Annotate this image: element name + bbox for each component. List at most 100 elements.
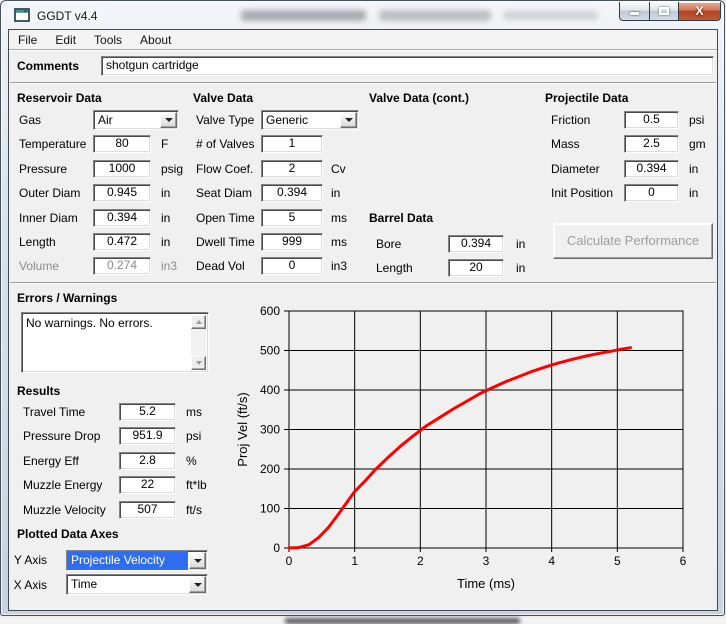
projectile-data-header: Projectile Data bbox=[545, 91, 628, 105]
mass-label: Mass bbox=[551, 137, 580, 151]
menu-edit[interactable]: Edit bbox=[46, 30, 85, 50]
minimize-button[interactable] bbox=[619, 2, 650, 21]
energy-eff-input[interactable]: 2.8 bbox=[119, 452, 176, 470]
friction-input[interactable]: 0.5 bbox=[624, 111, 679, 129]
menu-tools[interactable]: Tools bbox=[85, 30, 131, 50]
travel-time-input[interactable]: 5.2 bbox=[119, 403, 176, 421]
gas-label: Gas bbox=[19, 113, 41, 127]
y-tick-label: 0 bbox=[273, 541, 280, 555]
barrel-data-header: Barrel Data bbox=[369, 211, 433, 225]
scrollbar[interactable] bbox=[191, 315, 206, 370]
open-time-unit: ms bbox=[331, 211, 347, 225]
muzzle-energy-input[interactable]: 22 bbox=[119, 476, 176, 494]
menu-bar: File Edit Tools About bbox=[9, 30, 717, 50]
diameter-input[interactable]: 0.394 bbox=[624, 160, 679, 178]
errors-warnings-text: No warnings. No errors. bbox=[26, 316, 190, 330]
mass-unit: gm bbox=[689, 137, 706, 151]
temperature-input[interactable]: 80 bbox=[93, 135, 151, 153]
pressure-input[interactable]: 1000 bbox=[93, 160, 151, 178]
gas-dropdown-button[interactable] bbox=[160, 112, 177, 128]
y-axis-dropdown-button[interactable] bbox=[189, 552, 206, 569]
x-tick-label: 4 bbox=[548, 554, 555, 568]
outer-diam-input[interactable]: 0.945 bbox=[93, 184, 151, 202]
gas-select[interactable]: Air bbox=[93, 110, 179, 130]
energy-eff-label: Energy Eff bbox=[23, 454, 79, 468]
init-position-input[interactable]: 0 bbox=[624, 184, 679, 202]
arrow-up-icon bbox=[196, 320, 202, 324]
length-input[interactable]: 20 bbox=[448, 259, 504, 277]
muzzle-velocity-label: Muzzle Velocity bbox=[23, 503, 106, 517]
seat-diam-input[interactable]: 0.394 bbox=[261, 184, 323, 202]
arrow-down-icon bbox=[196, 361, 202, 365]
window-title: GGDT v4.4 bbox=[37, 9, 97, 23]
maximize-button[interactable] bbox=[650, 2, 678, 21]
scroll-up-button[interactable] bbox=[191, 315, 206, 329]
results-header: Results bbox=[17, 384, 60, 398]
valve-type-dropdown-button[interactable] bbox=[340, 112, 357, 128]
travel-time-label: Travel Time bbox=[23, 405, 85, 419]
calculate-performance-button[interactable]: Calculate Performance bbox=[553, 223, 713, 259]
pressure-drop-unit: psi bbox=[186, 429, 201, 443]
open-time-input[interactable]: 5 bbox=[261, 209, 323, 227]
muzzle-energy-label: Muzzle Energy bbox=[23, 478, 102, 492]
screen: GGDT v4.4 X File Edit Tools About Commen… bbox=[0, 0, 726, 624]
x-tick-label: 0 bbox=[286, 554, 293, 568]
inner-diam-input[interactable]: 0.394 bbox=[93, 209, 151, 227]
volume-label: Volume bbox=[19, 259, 59, 273]
chevron-down-icon bbox=[345, 118, 353, 122]
seat-diam-unit: in bbox=[331, 186, 340, 200]
chevron-down-icon bbox=[194, 559, 202, 563]
muzzle-velocity-input[interactable]: 507 bbox=[119, 501, 176, 519]
menu-about[interactable]: About bbox=[131, 30, 180, 50]
dwell-time-input[interactable]: 999 bbox=[261, 233, 323, 251]
length-unit: in bbox=[161, 235, 170, 249]
dead-vol-input[interactable]: 0 bbox=[261, 257, 323, 275]
diameter-label: Diameter bbox=[551, 162, 600, 176]
close-button[interactable]: X bbox=[678, 2, 721, 21]
y-tick-label: 300 bbox=[260, 423, 280, 437]
length-label: Length bbox=[376, 261, 413, 275]
x-tick-label: 6 bbox=[680, 554, 687, 568]
length-label: Length bbox=[19, 235, 56, 249]
valve-type-select[interactable]: Generic bbox=[261, 110, 359, 130]
separator bbox=[10, 82, 716, 83]
of-valves-label: # of Valves bbox=[196, 137, 254, 151]
errors-warnings-header: Errors / Warnings bbox=[17, 291, 117, 305]
volume-input[interactable]: 0.274 bbox=[93, 257, 151, 275]
redacted-title-text bbox=[503, 11, 598, 20]
bore-unit: in bbox=[516, 237, 525, 251]
volume-unit: in3 bbox=[161, 259, 177, 273]
x-axis-select[interactable]: Time bbox=[66, 574, 208, 595]
inner-diam-label: Inner Diam bbox=[19, 211, 78, 225]
x-tick-label: 2 bbox=[417, 554, 424, 568]
diameter-unit: in bbox=[689, 162, 698, 176]
pressure-drop-input[interactable]: 951.9 bbox=[119, 427, 176, 445]
x-axis-value: Time bbox=[67, 575, 188, 594]
length-input[interactable]: 0.472 bbox=[93, 233, 151, 251]
y-tick-label: 400 bbox=[260, 383, 280, 397]
pressure-label: Pressure bbox=[19, 162, 67, 176]
chevron-down-icon bbox=[165, 118, 173, 122]
app-icon bbox=[14, 8, 30, 22]
dwell-time-label: Dwell Time bbox=[196, 235, 255, 249]
flow-coef-input[interactable]: 2 bbox=[261, 160, 323, 178]
menu-file[interactable]: File bbox=[9, 30, 46, 50]
valve-type-label: Valve Type bbox=[196, 113, 254, 127]
y-tick-label: 200 bbox=[260, 462, 280, 476]
chevron-down-icon bbox=[194, 583, 202, 587]
valve-data-header: Valve Data bbox=[193, 91, 253, 105]
minimize-icon bbox=[630, 12, 639, 15]
x-axis-dropdown-button[interactable] bbox=[189, 576, 206, 593]
x-tick-label: 1 bbox=[351, 554, 358, 568]
scroll-down-button[interactable] bbox=[191, 356, 206, 370]
of-valves-input[interactable]: 1 bbox=[261, 135, 323, 153]
comments-input[interactable]: shotgun cartridge bbox=[101, 56, 714, 76]
errors-warnings-box[interactable]: No warnings. No errors. bbox=[21, 312, 209, 373]
reservoir-data-header: Reservoir Data bbox=[17, 91, 102, 105]
y-tick-label: 100 bbox=[260, 502, 280, 516]
friction-unit: psi bbox=[689, 113, 704, 127]
bore-input[interactable]: 0.394 bbox=[448, 235, 504, 253]
mass-input[interactable]: 2.5 bbox=[624, 135, 679, 153]
y-axis-select[interactable]: Projectile Velocity bbox=[66, 550, 208, 571]
redacted-background-text bbox=[285, 618, 520, 624]
